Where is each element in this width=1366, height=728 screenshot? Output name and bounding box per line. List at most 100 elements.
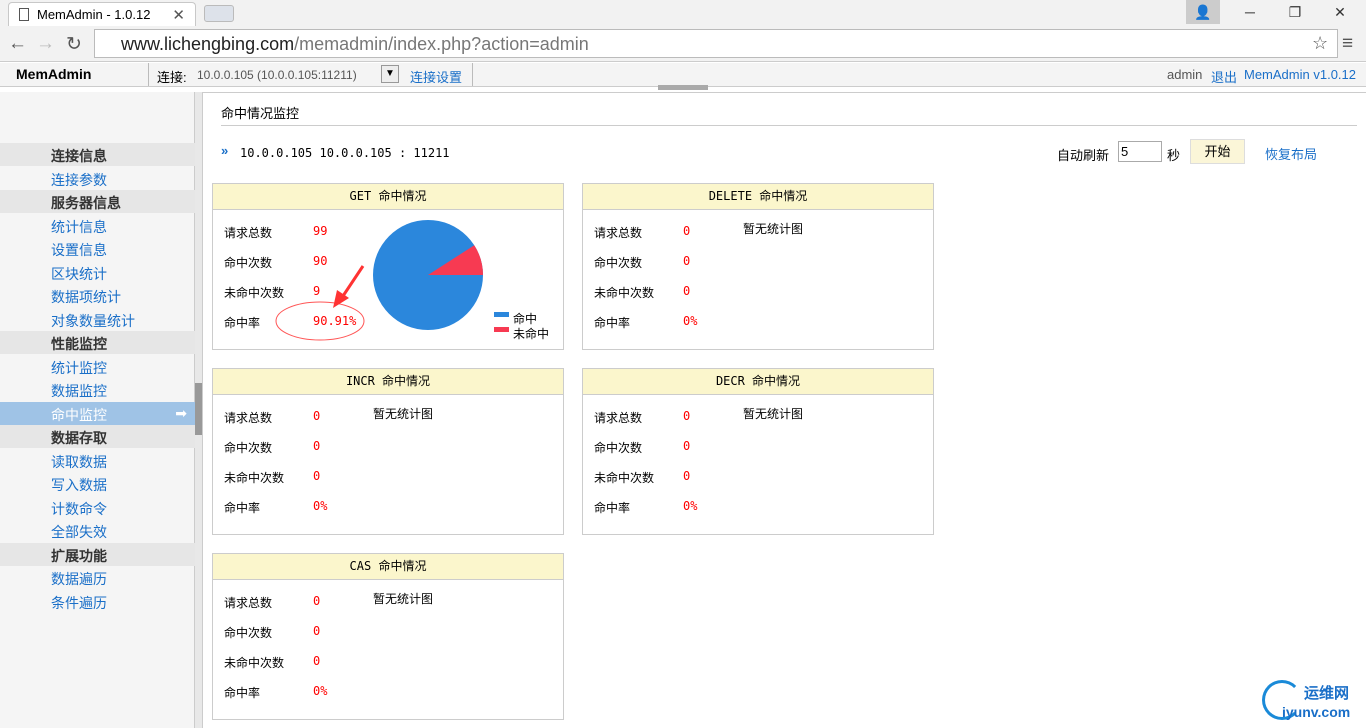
- page-icon: [19, 8, 29, 21]
- menu-icon[interactable]: ≡: [1342, 33, 1353, 55]
- annotation-arrow: [339, 265, 365, 300]
- app-header: MemAdmin 连接: 10.0.0.105 (10.0.0.105:1121…: [0, 63, 1366, 90]
- sidebar-group-header: 扩展功能: [0, 542, 195, 566]
- stat-label: 请求总数: [594, 226, 643, 240]
- sidebar-item[interactable]: 设置信息: [0, 237, 195, 260]
- panel-title[interactable]: DECR 命中情况: [583, 369, 933, 395]
- collapse-handle[interactable]: [658, 85, 708, 90]
- connection-dropdown[interactable]: ▼: [381, 65, 399, 83]
- stat-label: 命中率: [224, 501, 261, 515]
- minimize-button[interactable]: ─: [1228, 0, 1272, 24]
- stat-label: 命中次数: [224, 441, 273, 455]
- panel-title[interactable]: CAS 命中情况: [213, 554, 563, 580]
- refresh-interval-input[interactable]: [1118, 141, 1162, 162]
- sidebar-group-header: 连接信息: [0, 143, 195, 166]
- hit-panel: GET 命中情况 请求总数 99 命中次数 90 未命中次数 9 命中率 90.91% 命中 未…: [212, 183, 564, 350]
- stat-value: 0: [683, 469, 691, 483]
- connection-value: 10.0.0.105 (10.0.0.105:11211): [197, 68, 357, 82]
- stat-value: 0: [313, 439, 321, 453]
- stat-value: 0%: [313, 684, 328, 698]
- hit-panel: DECR 命中情况请求总数 0 命中次数 0 未命中次数 0 命中率 0% 暂无统计图: [582, 368, 934, 535]
- stat-value: 0: [313, 594, 321, 608]
- divider: [221, 125, 1357, 126]
- panel-title[interactable]: INCR 命中情况: [213, 369, 563, 395]
- connection-settings-link[interactable]: 连接设置: [410, 67, 462, 86]
- forward-icon[interactable]: →: [36, 33, 55, 55]
- stat-value: 0: [313, 409, 321, 423]
- stat-value: 0: [683, 439, 691, 453]
- sidebar-item[interactable]: 数据监控: [0, 378, 195, 401]
- stat-value: 0: [683, 284, 691, 298]
- stat-label: 未命中次数: [594, 471, 655, 485]
- stat-label: 命中次数: [594, 441, 643, 455]
- back-icon[interactable]: ←: [8, 33, 27, 55]
- hit-panel: DELETE 命中情况 请求总数 0 命中次数 0 未命中次数 0 命中率 0% 暂无统计图: [582, 183, 934, 350]
- legend-swatch-miss: [494, 327, 509, 332]
- hit-panel: INCR 命中情况 请求总数 0 命中次数 0 未命中次数 0 命中率 0% 暂无统计图: [212, 368, 564, 535]
- sidebar-scroll-thumb[interactable]: [195, 383, 202, 435]
- legend-label-miss: 未命中: [513, 327, 550, 341]
- sidebar-item[interactable]: 写入数据: [0, 472, 195, 495]
- stat-label: 命中率: [594, 501, 631, 515]
- sidebar-item[interactable]: 全部失效: [0, 519, 195, 542]
- sidebar-item[interactable]: 统计监控: [0, 355, 195, 378]
- stat-value: 0%: [683, 499, 698, 513]
- sidebar-item[interactable]: 命中监控 ➡: [0, 401, 195, 425]
- server-info: 10.0.0.105 10.0.0.105 : 11211: [240, 146, 450, 160]
- bookmark-star-icon[interactable]: ☆: [1312, 33, 1328, 54]
- annotation-ellipse: [275, 301, 365, 341]
- stat-label: 请求总数: [224, 596, 273, 610]
- stat-value: 0: [683, 224, 691, 238]
- new-tab-button[interactable]: [204, 5, 234, 22]
- stat-value: 0: [683, 409, 691, 423]
- sidebar: 连接信息 连接参数 服务器信息 统计信息 设置信息 区块统计 数据项统计 对象数量统计 性能监控…: [0, 92, 195, 728]
- stat-value: 0%: [683, 314, 698, 328]
- sidebar-item[interactable]: 计数命令: [0, 496, 195, 519]
- version-link[interactable]: MemAdmin v1.0.12: [1244, 67, 1356, 82]
- stat-value: 0: [313, 469, 321, 483]
- legend-swatch-hit: [494, 312, 509, 317]
- close-tab-icon[interactable]: ✕: [172, 6, 185, 24]
- url-input[interactable]: www.lichengbing.com/memadmin/index.php?a…: [94, 29, 1338, 58]
- stat-value: 0%: [313, 499, 328, 513]
- double-chevron-icon: »: [221, 143, 229, 158]
- sidebar-group-header: 数据存取: [0, 425, 195, 448]
- stat-label: 请求总数: [594, 411, 643, 425]
- watermark-logo: iyunv.com: [1282, 704, 1351, 720]
- reset-layout-link[interactable]: 恢复布局: [1265, 144, 1317, 163]
- pie-chart: [275, 220, 509, 341]
- panel-title[interactable]: DELETE 命中情况: [583, 184, 933, 210]
- stat-value: 0: [313, 624, 321, 638]
- sidebar-item[interactable]: 对象数量统计: [0, 308, 195, 331]
- page-title: 命中情况监控: [221, 106, 300, 121]
- close-window-button[interactable]: ✕: [1318, 0, 1362, 24]
- sidebar-item[interactable]: 区块统计: [0, 261, 195, 284]
- brand: MemAdmin: [16, 66, 92, 82]
- arrow-right-icon: ➡: [175, 404, 187, 421]
- browser-tab[interactable]: MemAdmin - 1.0.12 ✕: [8, 2, 196, 26]
- no-chart-message: 暂无统计图: [373, 407, 434, 421]
- stat-label: 命中率: [224, 686, 261, 700]
- sidebar-item[interactable]: 条件遍历: [0, 590, 195, 613]
- maximize-button[interactable]: ❐: [1273, 0, 1317, 24]
- sidebar-item[interactable]: 数据项统计: [0, 284, 195, 307]
- reload-icon[interactable]: ↻: [66, 33, 82, 56]
- sidebar-group-header: 性能监控: [0, 331, 195, 354]
- start-button[interactable]: 开始: [1190, 139, 1245, 164]
- no-chart-message: 暂无统计图: [743, 407, 804, 421]
- no-chart-message: 暂无统计图: [373, 592, 434, 606]
- tab-bar: MemAdmin - 1.0.12 ✕ 👤 ─ ❐ ✕: [0, 0, 1366, 26]
- stat-label: 命中次数: [224, 626, 273, 640]
- seconds-label: 秒: [1167, 148, 1181, 163]
- user-icon[interactable]: 👤: [1186, 0, 1220, 24]
- auto-refresh-label: 自动刷新: [1057, 148, 1110, 163]
- stat-value: 0: [313, 654, 321, 668]
- sidebar-item[interactable]: 统计信息: [0, 214, 195, 237]
- address-bar: ← → ↻ www.lichengbing.com/memadmin/index…: [0, 26, 1366, 62]
- sidebar-item[interactable]: 数据遍历: [0, 566, 195, 589]
- sidebar-item[interactable]: 连接参数: [0, 167, 195, 190]
- logout-link[interactable]: 退出: [1211, 67, 1237, 86]
- stat-value: 0: [683, 254, 691, 268]
- stat-label: 未命中次数: [224, 471, 285, 485]
- sidebar-item[interactable]: 读取数据: [0, 449, 195, 472]
